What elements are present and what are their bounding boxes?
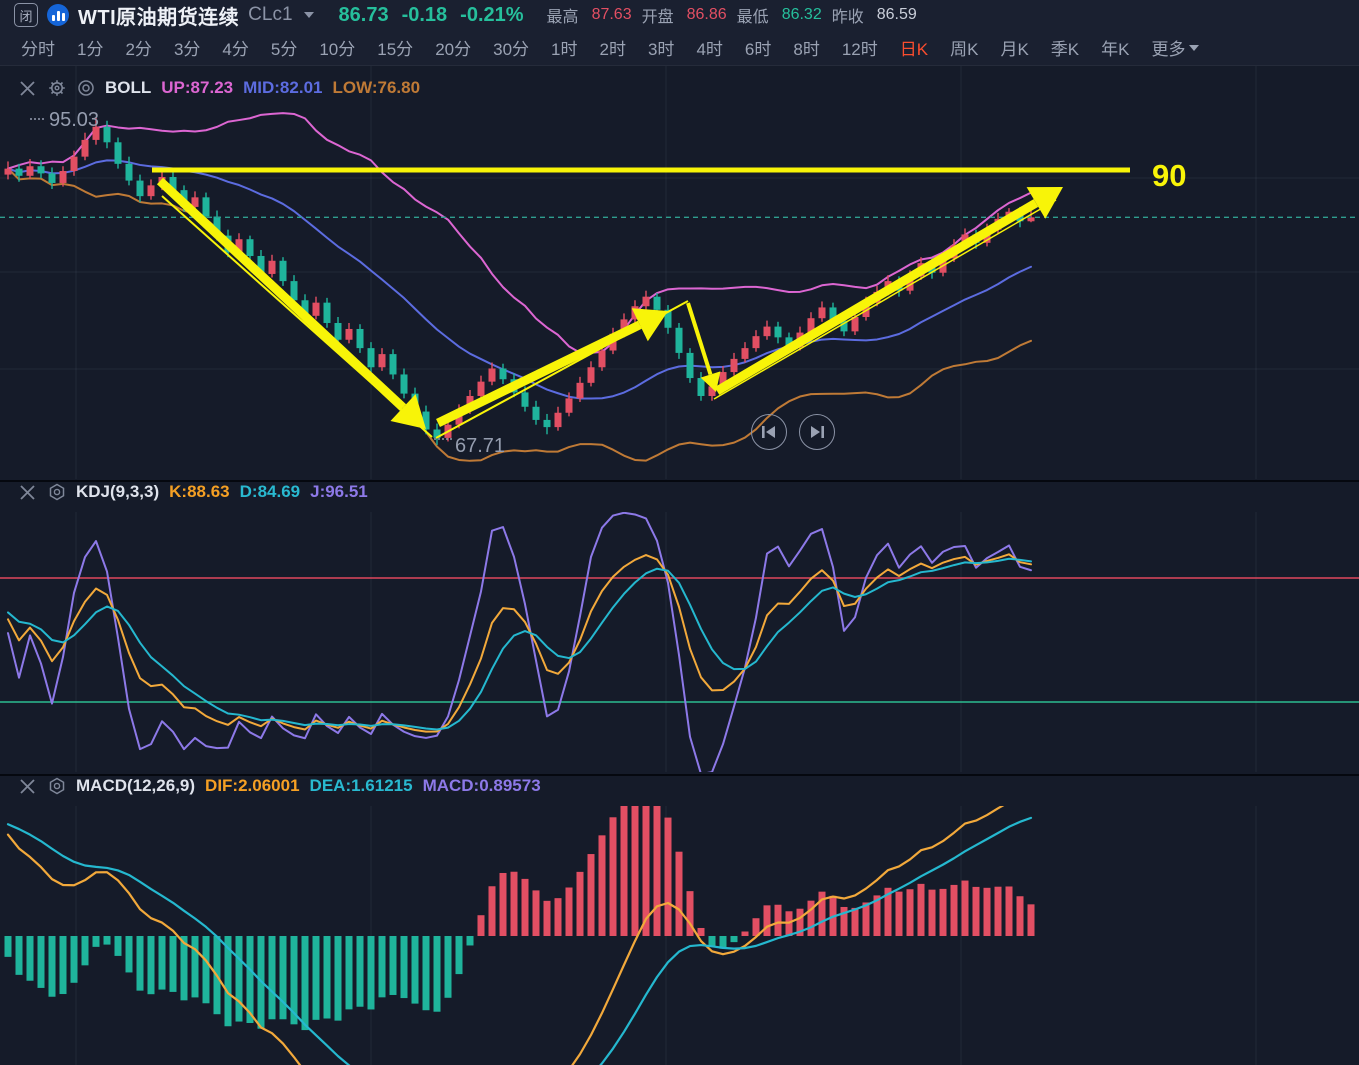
boll-indicator-header: BOLL UP:87.23 MID:82.01 LOW:76.80 — [18, 78, 420, 98]
indicator-name: BOLL — [105, 78, 151, 98]
kdj-j-line — [8, 513, 1031, 774]
indicator-value: MID:82.01 — [243, 78, 322, 98]
skip-to-start-icon — [761, 425, 777, 439]
indicator-value: UP:87.23 — [161, 78, 233, 98]
settings-icon[interactable] — [47, 483, 66, 502]
trading-app: { "header": { "close_box_icon": "闭", "sy… — [0, 0, 1359, 1065]
boll-lower-line — [8, 169, 1031, 461]
indicator-value: DEA:1.61215 — [310, 776, 413, 796]
annotation-price-label: 90 — [1152, 158, 1186, 193]
trend-annotations: 90 — [152, 158, 1186, 438]
chart-high-label: 95.03 — [49, 109, 99, 131]
boll-upper-line — [8, 113, 1031, 353]
indicator-value: J:96.51 — [310, 482, 368, 502]
close-icon[interactable] — [18, 79, 37, 98]
boll-mid-line — [8, 160, 1031, 398]
skip-to-start-button[interactable] — [751, 414, 787, 450]
gridlines — [0, 66, 1359, 479]
trend-arrow — [717, 203, 1036, 391]
chart-canvas: 95.03 67.71 90 — [0, 0, 1359, 1065]
indicator-name: KDJ(9,3,3) — [76, 482, 159, 502]
indicator-value: D:84.69 — [240, 482, 300, 502]
close-icon[interactable] — [18, 483, 37, 502]
indicator-value: MACD:0.89573 — [423, 776, 541, 796]
trend-arrow — [160, 181, 403, 408]
macd-indicator-header: MACD(12,26,9) DIF:2.06001 DEA:1.61215 MACD:… — [18, 776, 541, 796]
kdj-indicator-header: KDJ(9,3,3) K:88.63 D:84.69 J:96.51 — [18, 482, 368, 502]
macd-histogram — [5, 784, 1035, 1030]
eye-icon[interactable] — [76, 79, 95, 98]
indicator-value: K:88.63 — [169, 482, 229, 502]
settings-icon[interactable] — [47, 777, 66, 796]
chart-low-label: 67.71 — [455, 435, 505, 457]
close-icon[interactable] — [18, 777, 37, 796]
indicator-name: MACD(12,26,9) — [76, 776, 195, 796]
skip-to-end-icon — [809, 425, 825, 439]
trend-line — [162, 196, 432, 437]
indicator-value: DIF:2.06001 — [205, 776, 300, 796]
skip-to-end-button[interactable] — [799, 414, 835, 450]
gear-icon[interactable] — [47, 79, 66, 98]
indicator-value: LOW:76.80 — [332, 78, 420, 98]
